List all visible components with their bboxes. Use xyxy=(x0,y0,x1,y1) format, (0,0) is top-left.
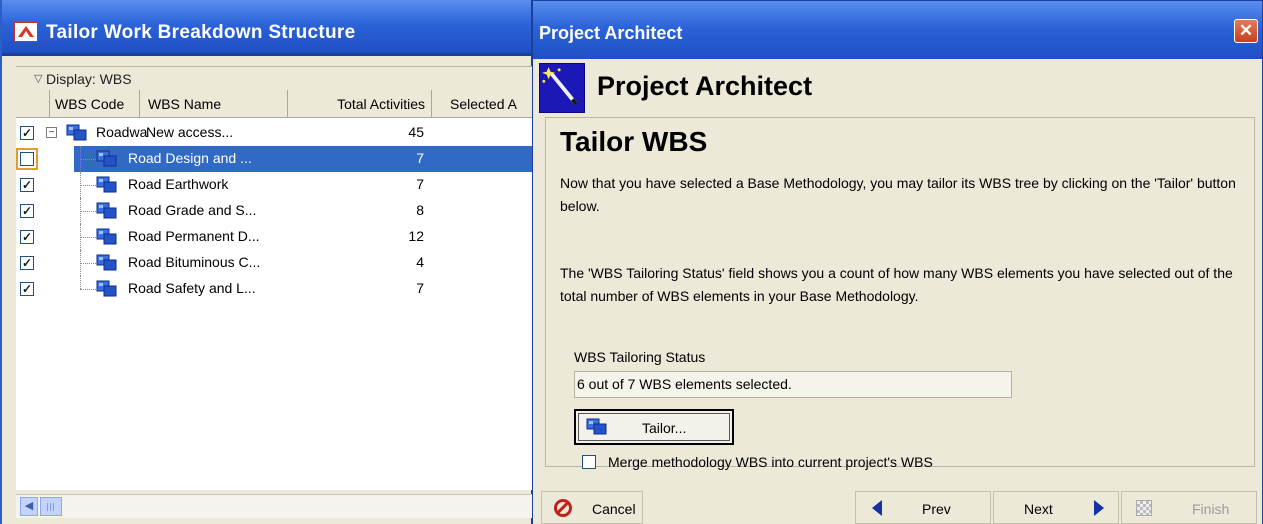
row-checkbox[interactable]: ✓ xyxy=(20,204,34,218)
merge-checkbox[interactable] xyxy=(582,455,596,469)
wizard-header-title: Project Architect xyxy=(597,71,813,101)
status-label: WBS Tailoring Status xyxy=(574,349,706,365)
scroll-thumb[interactable] xyxy=(40,497,62,516)
app-icon xyxy=(14,22,38,42)
wbs-node-icon xyxy=(96,176,117,193)
finish-icon xyxy=(1136,500,1152,516)
prev-button[interactable]: Prev xyxy=(855,491,991,524)
total-activities-cell: 12 xyxy=(408,228,424,244)
table-row[interactable]: ✓ Road Grade and S... 8 xyxy=(16,198,534,224)
tree-connector-branch xyxy=(80,263,96,264)
finish-button[interactable]: Finish xyxy=(1121,491,1257,524)
column-header-wbs-code[interactable]: WBS Code ≡ xyxy=(50,90,140,118)
display-bar[interactable]: ▽ Display: WBS xyxy=(16,66,534,90)
wbs-name-cell: Road Safety and L... xyxy=(128,280,256,296)
horizontal-scrollbar[interactable]: ◀ xyxy=(16,494,534,518)
wbs-node-icon xyxy=(96,202,117,219)
total-activities-cell: 7 xyxy=(416,280,424,296)
focus-ring xyxy=(16,148,38,170)
collapse-icon[interactable]: − xyxy=(46,127,57,138)
table-row[interactable]: ✓ Road Safety and L... 7 xyxy=(16,276,534,302)
prev-arrow-icon xyxy=(872,500,882,516)
cancel-label: Cancel xyxy=(592,501,636,517)
wbs-node-icon xyxy=(96,254,117,271)
tree-connector-branch xyxy=(80,237,96,238)
finish-label: Finish xyxy=(1192,501,1230,517)
total-activities-cell: 45 xyxy=(408,124,424,140)
wbs-name-cell: Road Bituminous C... xyxy=(128,254,261,270)
row-checkbox[interactable] xyxy=(20,152,34,166)
instruction-text-2: The 'WBS Tailoring Status' field shows y… xyxy=(560,265,1233,304)
instruction-text-1: Now that you have selected a Base Method… xyxy=(560,175,1236,214)
panel-title: Tailor WBS xyxy=(560,126,708,157)
row-checkbox[interactable]: ✓ xyxy=(20,256,34,270)
tree-connector-branch xyxy=(80,211,96,212)
display-label: Display: WBS xyxy=(46,71,132,87)
total-activities-cell: 7 xyxy=(416,150,424,166)
wizard-header: Project Architect xyxy=(533,59,1262,117)
right-window-title: Project Architect xyxy=(539,23,683,43)
wbs-grid[interactable]: WBS Code ≡ WBS Name Total Activities Sel… xyxy=(16,90,534,490)
tailor-button[interactable]: Tailor... xyxy=(574,409,734,445)
prev-label: Prev xyxy=(922,501,951,517)
row-checkbox[interactable]: ✓ xyxy=(20,126,34,140)
wizard-wand-icon xyxy=(539,63,585,113)
tree-connector-branch xyxy=(80,159,96,160)
tree-connector xyxy=(80,276,81,289)
close-icon[interactable]: ✕ xyxy=(1234,19,1258,43)
cancel-button[interactable]: Cancel xyxy=(541,491,643,524)
column-header-wbs-name[interactable]: WBS Name xyxy=(140,90,288,118)
left-title-bar[interactable]: Tailor Work Breakdown Structure xyxy=(2,0,531,56)
table-row[interactable]: ✓ − Roadwa New access... 45 xyxy=(16,120,534,146)
next-label: Next xyxy=(1024,501,1053,517)
tree-connector-branch xyxy=(80,289,96,290)
wbs-code-cell: Roadwa xyxy=(96,124,148,140)
wbs-name-cell: Road Design and ... xyxy=(128,150,252,166)
row-checkbox[interactable]: ✓ xyxy=(20,282,34,296)
wbs-node-icon xyxy=(586,418,607,435)
merge-label: Merge methodology WBS into current proje… xyxy=(608,454,933,470)
row-checkbox[interactable]: ✓ xyxy=(20,230,34,244)
chevron-down-icon[interactable]: ▽ xyxy=(34,72,42,85)
table-row[interactable]: ✓ Road Bituminous C... 4 xyxy=(16,250,534,276)
status-field: 6 out of 7 WBS elements selected. xyxy=(574,371,1012,398)
wbs-node-icon xyxy=(66,124,87,141)
total-activities-cell: 7 xyxy=(416,176,424,192)
column-header-selected-activities[interactable]: Selected A xyxy=(432,90,534,118)
right-title-bar[interactable]: Project Architect ✕ xyxy=(533,1,1262,59)
column-header-total-activities[interactable]: Total Activities xyxy=(288,90,432,118)
table-row[interactable]: ✓ Road Permanent D... 12 xyxy=(16,224,534,250)
total-activities-cell: 4 xyxy=(416,254,424,270)
wizard-footer: Cancel Prev Next Finish xyxy=(533,491,1262,524)
tailor-button-label: Tailor... xyxy=(642,420,687,436)
total-activities-cell: 8 xyxy=(416,202,424,218)
tailor-wbs-panel: Tailor WBS Now that you have selected a … xyxy=(545,117,1255,470)
next-button[interactable]: Next xyxy=(993,491,1119,524)
cancel-icon xyxy=(554,499,572,517)
wbs-node-icon xyxy=(96,150,117,167)
column-header-check[interactable] xyxy=(16,90,50,118)
table-row[interactable]: ✓ Road Earthwork 7 xyxy=(16,172,534,198)
project-architect-window: Project Architect ✕ Project Architect Ta… xyxy=(532,0,1263,524)
row-checkbox[interactable]: ✓ xyxy=(20,178,34,192)
tailor-wbs-window: Tailor Work Breakdown Structure ▽ Displa… xyxy=(0,0,534,524)
wbs-node-icon xyxy=(96,280,117,297)
next-arrow-icon xyxy=(1094,500,1104,516)
tree-connector-branch xyxy=(80,185,96,186)
wbs-name-cell: Road Grade and S... xyxy=(128,202,257,218)
wbs-name-cell: New access... xyxy=(146,124,234,140)
wbs-name-cell: Road Earthwork xyxy=(128,176,229,192)
column-header-wbs-code-label: WBS Code xyxy=(55,96,125,112)
left-window-title: Tailor Work Breakdown Structure xyxy=(46,22,356,43)
table-row[interactable]: Road Design and ... 7 xyxy=(16,146,534,172)
wbs-node-icon xyxy=(96,228,117,245)
scroll-left-icon[interactable]: ◀ xyxy=(20,497,38,516)
wbs-name-cell: Road Permanent D... xyxy=(128,228,260,244)
